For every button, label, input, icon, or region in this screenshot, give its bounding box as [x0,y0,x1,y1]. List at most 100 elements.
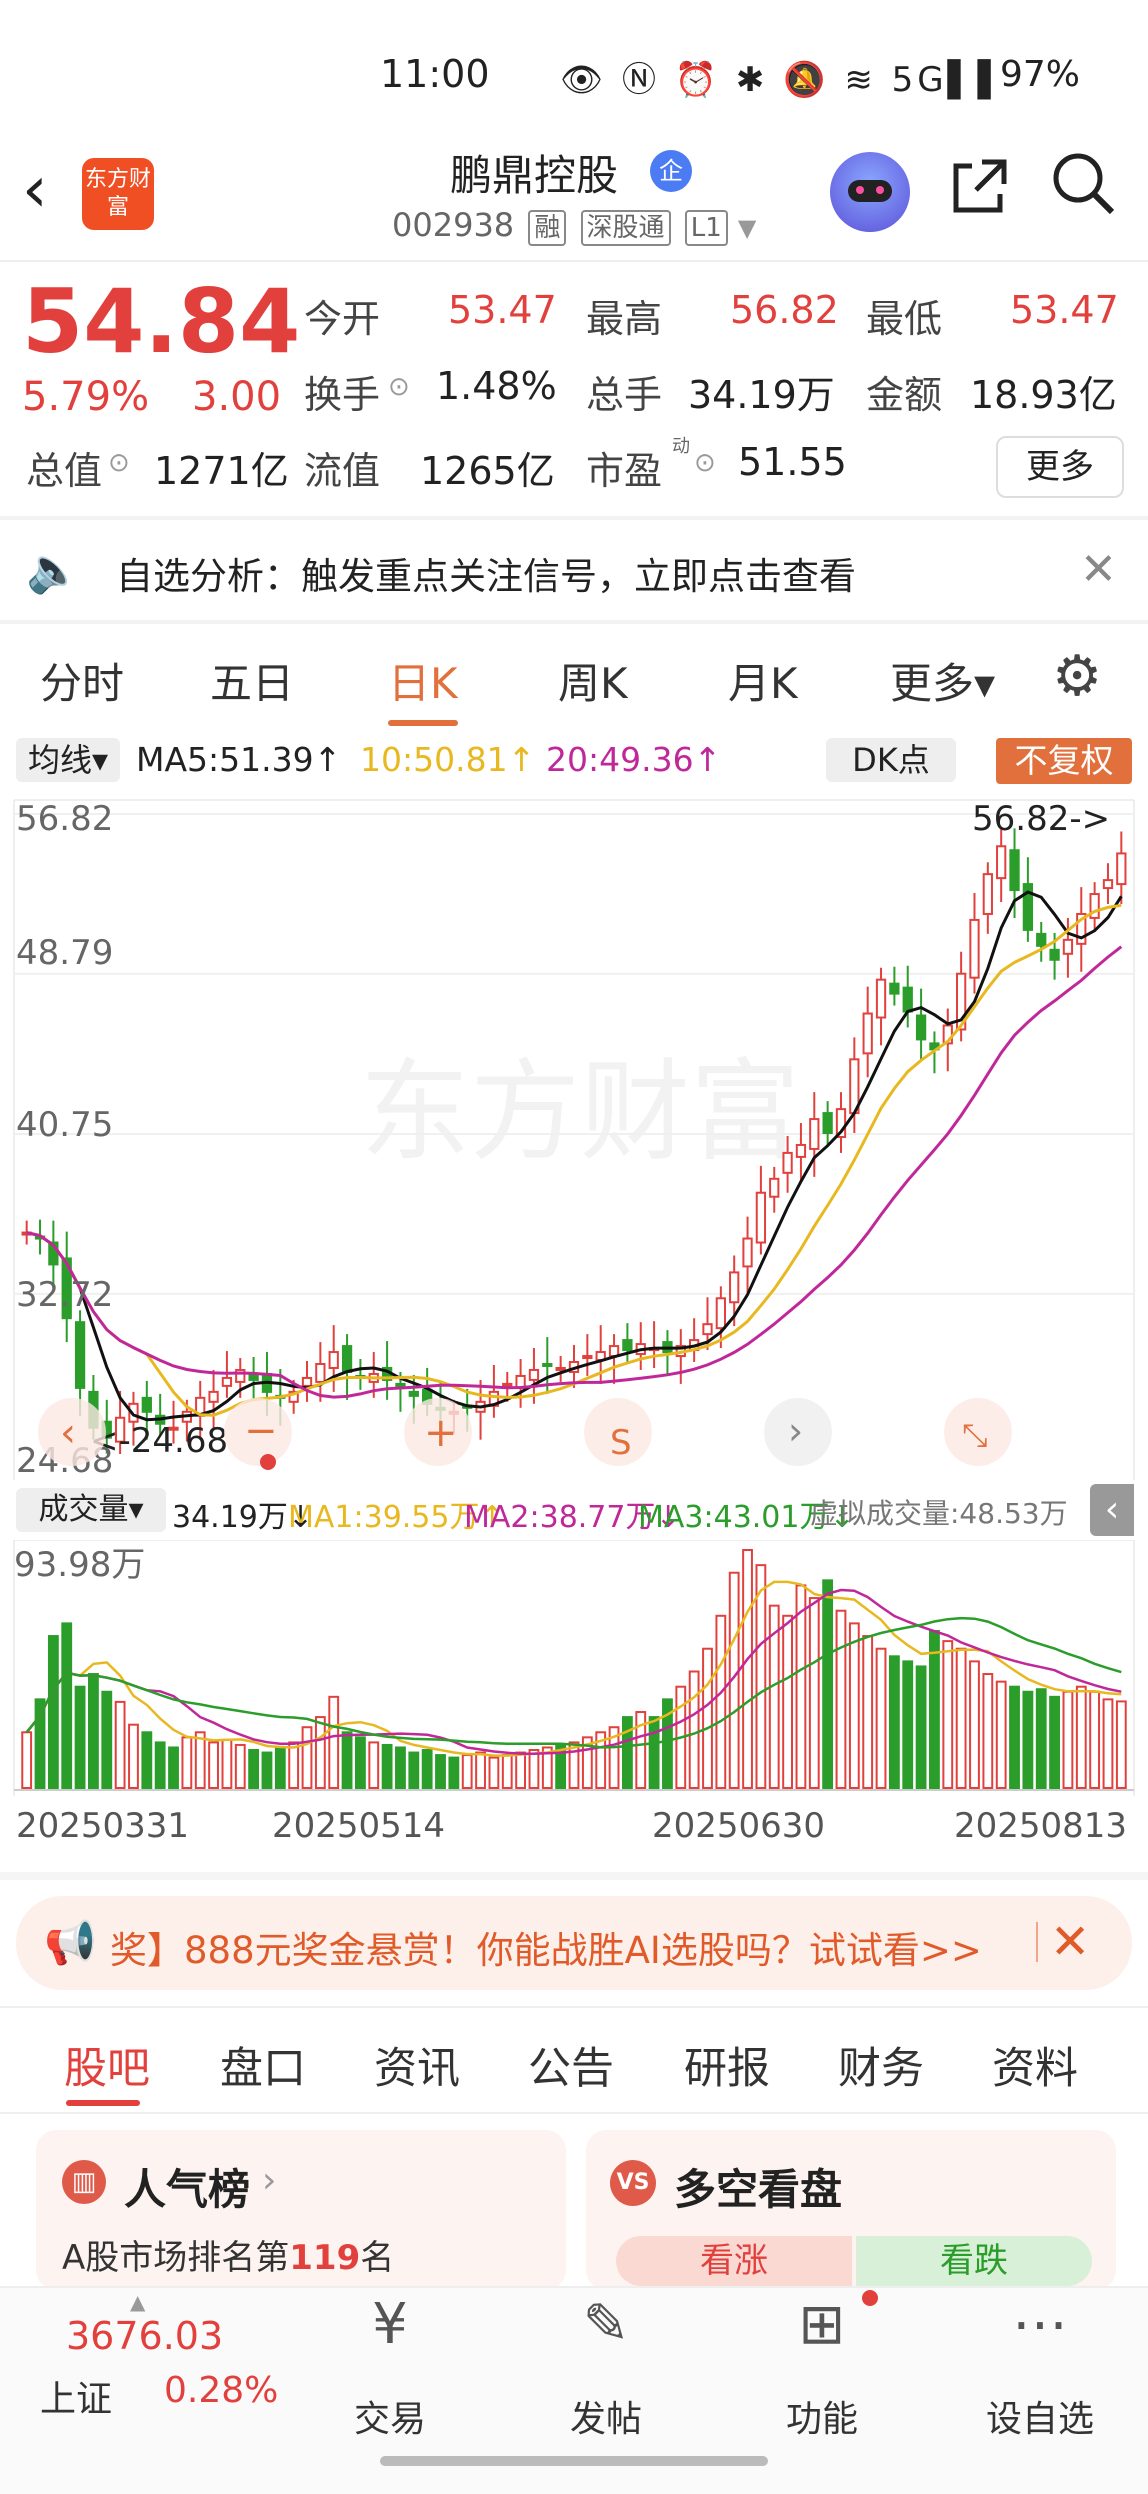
banner-text[interactable]: 奖】888元奖金悬赏！你能战胜AI选股吗？试试看>> [110,1920,982,1974]
alert-text[interactable]: 自选分析：触发重点关注信号，立即点击查看 [116,546,856,600]
tab-five-day[interactable]: 五日 [210,650,294,711]
volume-bar [114,1700,126,1789]
candle [875,978,887,1019]
volume-bar [942,1640,954,1789]
chevron-down-icon[interactable]: ▼ [738,214,756,242]
float-value: 1265亿 [420,449,555,493]
dk-point-button[interactable]: DK点 [826,738,956,782]
nav-post[interactable]: 发帖 [536,2390,676,2442]
volume-bar [1062,1690,1074,1789]
battery-level: 97% [1000,54,1081,95]
volume-bar [88,1673,99,1789]
adjust-button[interactable]: 不复权 [996,738,1132,784]
divider [0,2006,1148,2008]
mktcap-value: 1271亿 [154,449,289,493]
volume-bar [969,1660,980,1789]
popularity-rank-text: A股市场排名第119名 [62,2238,395,2278]
volume-bar [1009,1685,1020,1790]
virtual-volume: 虚拟成交量:48.53万 [810,1497,1068,1530]
volume-bar [314,1716,326,1789]
tab-weekly-k[interactable]: 周K [558,650,628,711]
gear-icon[interactable]: ⚙ [1052,644,1102,709]
candle [141,1396,152,1413]
chevron-right-icon: › [262,2160,277,2201]
megaphone-icon: 📢 [44,1918,97,1967]
search-icon[interactable] [1050,150,1116,232]
volume-bar [1089,1690,1101,1789]
candle [341,1345,353,1373]
volume-bar [395,1746,406,1790]
tag-level: L1 [684,210,728,246]
kline-chart[interactable]: 东方财富 56.82 48.79 40.75 32.72 24.68 56.82… [0,790,1148,1480]
tab-daily-k[interactable]: 日K [388,650,458,711]
info-icon[interactable]: ⊙ [694,448,716,478]
popularity-title: 人气榜 [124,2165,251,2214]
divider [0,620,1148,624]
app-logo[interactable]: 东方财富 [82,158,154,230]
tab-pankou[interactable]: 盘口 [220,2034,306,2096]
volume-bar [501,1754,513,1789]
share-icon[interactable] [948,156,1010,233]
volume-max-label: 93.98万 [14,1545,145,1585]
trade-icon[interactable]: ¥ [320,2292,460,2357]
bullish-button[interactable]: 看涨 [616,2236,852,2286]
tab-monthly-k[interactable]: 月K [728,650,798,711]
index-change[interactable]: 0.28% [164,2370,278,2411]
nav-add-watchlist[interactable]: 设自选 [970,2390,1110,2442]
volume-bar [1049,1695,1060,1789]
notification-dot [862,2290,878,2306]
nav-trade[interactable]: 交易 [320,2390,460,2442]
date-label: 20250514 [272,1806,446,1846]
candle [1102,879,1114,890]
tab-finance[interactable]: 财务 [838,2034,924,2096]
candle [1062,938,1074,955]
ai-assistant-icon[interactable] [830,152,910,232]
back-icon[interactable]: ‹ [22,158,48,222]
tag-margin: 融 [528,210,567,246]
ma10-value: 10:50.81↑ [360,740,536,779]
tab-more[interactable]: 更多▾ [890,650,995,711]
index-name[interactable]: 上证 [40,2370,112,2422]
post-icon[interactable]: ✎ [536,2292,676,2357]
bearish-button[interactable]: 看跌 [856,2236,1092,2286]
collapse-icon[interactable]: ‹ [1090,1484,1134,1536]
volume-selector[interactable]: 成交量▾ [16,1488,166,1532]
info-icon[interactable]: ⊙ [388,372,410,402]
high-label: 最高 [586,297,663,341]
ma-selector[interactable]: 均线▾ [16,738,120,782]
tab-announcement[interactable]: 公告 [528,2034,614,2096]
tab-guba[interactable]: 股吧 [64,2034,150,2096]
close-icon[interactable]: ✕ [1050,1914,1090,1970]
tab-timeshare[interactable]: 分时 [40,650,124,711]
pe-label: 市盈 [586,449,663,493]
candle [408,1390,419,1397]
more-button[interactable]: 更多 [996,436,1124,498]
close-icon[interactable]: ✕ [1080,544,1117,595]
home-indicator[interactable] [380,2456,768,2466]
candle [1036,932,1047,947]
candle [982,873,993,915]
tab-profile[interactable]: 资料 [992,2034,1078,2096]
volume-bar [1075,1685,1087,1790]
candle [715,1297,726,1330]
watchlist-icon[interactable]: ⋯ [970,2292,1110,2357]
candle [74,1321,86,1389]
ma5-value: MA5:51.39↑ [136,740,342,779]
volume-bar [862,1635,874,1789]
speaker-icon: 🔈 [26,545,81,596]
tab-news[interactable]: 资讯 [374,2034,460,2096]
index-value[interactable]: 3676.03 [66,2314,223,2358]
volume-bar [1035,1688,1047,1789]
info-icon[interactable]: ⊙ [108,448,130,478]
volume-bar [154,1741,166,1789]
divider [0,1872,1148,1880]
volume-bar [915,1665,927,1789]
tab-research[interactable]: 研报 [684,2034,770,2096]
open-value: 53.47 [448,288,557,332]
candle [902,986,913,1013]
nav-function[interactable]: 功能 [752,2390,892,2442]
volume-bar [755,1564,767,1789]
svg-text:S: S [610,1423,632,1463]
candle [328,1351,339,1369]
volume-chart[interactable]: 93.98万 [0,1540,1148,1796]
